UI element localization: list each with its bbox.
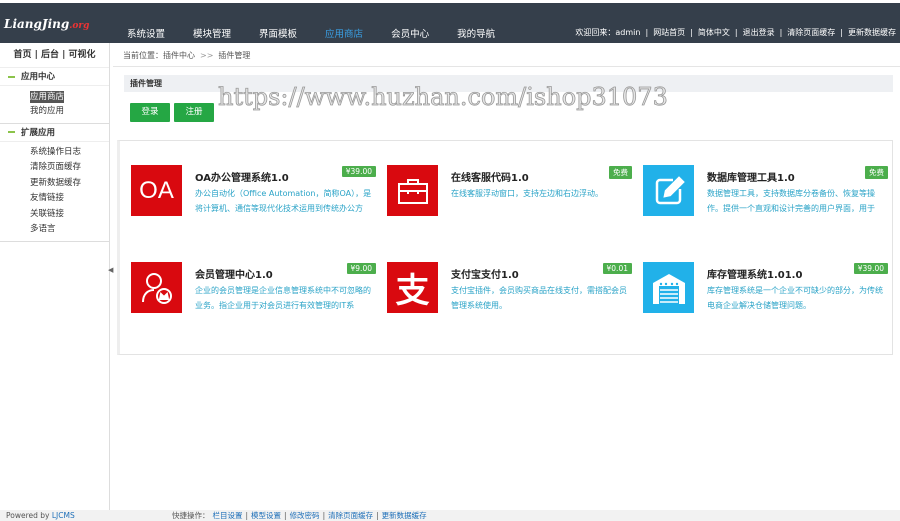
user-links: 欢迎回来：admin | 网站首页 | 简体中文 | 退出登录 | 清除页面缓存 | 更新数据缓存 (575, 28, 896, 37)
nav-member-center[interactable]: 会员中心 (391, 26, 429, 40)
breadcrumb-plugin-management: 插件管理 (218, 51, 251, 60)
logo[interactable]: LiangJing.org (4, 17, 89, 31)
edit-icon[interactable] (643, 165, 694, 216)
sidebar-group-app-center[interactable]: 应用中心 (0, 68, 109, 86)
link-logout[interactable]: 退出登录 (743, 28, 775, 37)
price-badge: ¥39.00 (853, 263, 888, 274)
sidebar-item-clear-cache[interactable]: 清除页面缓存 (30, 160, 109, 176)
briefcase-icon[interactable] (387, 165, 438, 216)
sidebar-item-my-apps[interactable]: 我的应用 (30, 104, 109, 120)
plugin-title[interactable]: 数据库管理工具1.0 (707, 169, 795, 184)
link-clear-page-cache[interactable]: 清除页面缓存 (787, 28, 835, 37)
quick-change-password[interactable]: 修改密码 (290, 511, 320, 520)
minus-icon (8, 131, 15, 133)
sidebar: 首页 | 后台 | 可视化 应用中心 应用商店 我的应用 扩展应用 系统操作日志… (0, 43, 110, 510)
price-badge: ¥9.00 (346, 263, 376, 274)
plugin-description: 数据管理工具，支持数据库分卷备份、恢复等操作。提供一个直观和设计完善的用户界面，… (707, 189, 875, 213)
quick-column-settings[interactable]: 栏目设置 (213, 511, 243, 520)
sidebar-item-op-log[interactable]: 系统操作日志 (30, 145, 109, 161)
plugin-title[interactable]: 在线客服代码1.0 (451, 169, 529, 184)
panel-title: 插件管理 (124, 75, 893, 92)
price-badge: ¥39.00 (341, 166, 376, 177)
brand-link[interactable]: LJCMS (52, 511, 75, 520)
sidebar-item-languages[interactable]: 多语言 (30, 222, 109, 238)
plugin-card-db-tool[interactable]: 数据库管理工具1.0 免费 数据管理工具，支持数据库分卷备份、恢复等操作。提供一… (643, 165, 888, 217)
minus-icon (8, 75, 15, 78)
login-button[interactable]: 登录 (130, 103, 170, 122)
warehouse-icon[interactable] (643, 262, 694, 313)
nav-my-nav[interactable]: 我的导航 (457, 26, 495, 40)
breadcrumb: 当前位置：插件中心 >> 插件管理 (113, 45, 900, 67)
price-badge: 免费 (609, 166, 632, 179)
footer: Powered by LJCMS 快捷操作： 栏目设置 | 模型设置 | 修改密码 | 清除页… (0, 510, 900, 521)
nav-app-store[interactable]: 应用商店 (325, 26, 363, 40)
price-badge: ¥0.01 (602, 263, 632, 274)
sidebar-item-friend-links[interactable]: 友情链接 (30, 191, 109, 207)
top-bar: LiangJing.org 系统设置 模块管理 界面模板 应用商店 会员中心 我… (0, 3, 900, 43)
plugin-card-inventory[interactable]: 库存管理系统1.01.0 ¥39.00 库存管理系统是一个企业不可缺少的部分，为… (643, 262, 888, 314)
alipay-icon[interactable]: 支 (387, 262, 438, 313)
nav-system-settings[interactable]: 系统设置 (127, 26, 165, 40)
sidebar-collapse-handle[interactable]: ◀ (108, 266, 113, 280)
quick-model-settings[interactable]: 模型设置 (251, 511, 281, 520)
plugin-description: 在线客服浮动窗口，支持左边和右边浮动。 (451, 189, 603, 198)
link-update-data-cache[interactable]: 更新数据缓存 (848, 28, 896, 37)
sidebar-item-update-cache[interactable]: 更新数据缓存 (30, 176, 109, 192)
quick-clear-cache[interactable]: 清除页面缓存 (328, 511, 373, 520)
nav-templates[interactable]: 界面模板 (259, 26, 297, 40)
plugin-description: 支付宝插件，会员购买商品在线支付，需搭配会员管理系统使用。 (451, 286, 627, 310)
sidebar-group-extensions[interactable]: 扩展应用 (0, 124, 109, 142)
plugin-title[interactable]: 库存管理系统1.01.0 (707, 266, 802, 281)
sidebar-item-related-links[interactable]: 关联链接 (30, 207, 109, 223)
sidebar-item-app-store[interactable]: 应用商店 (30, 91, 65, 103)
plugin-card-oa-system[interactable]: OA OA办公管理系统1.0 ¥39.00 办公自动化（Office Autom… (131, 165, 376, 217)
plugin-description: 办公自动化（Office Automation，简称OA），是将计算机、通信等现… (195, 189, 372, 213)
plugin-description: 企业的会员管理是企业信息管理系统中不可忽略的业务。指企业用于对会员进行有效管理的… (195, 286, 371, 310)
plugin-title[interactable]: OA办公管理系统1.0 (195, 169, 289, 184)
user-crown-icon[interactable] (131, 262, 182, 313)
link-language[interactable]: 简体中文 (698, 28, 730, 37)
quick-update-cache[interactable]: 更新数据缓存 (382, 511, 427, 520)
breadcrumb-plugin-center[interactable]: 插件中心 (163, 51, 195, 60)
plugin-card-alipay[interactable]: 支 支付宝支付1.0 ¥0.01 支付宝插件，会员购买商品在线支付，需搭配会员管… (387, 262, 632, 314)
plugin-description: 库存管理系统是一个企业不可缺少的部分，为传统电商企业解决仓储管理问题。 (707, 286, 883, 310)
register-button[interactable]: 注册 (174, 103, 214, 122)
price-badge: 免费 (865, 166, 888, 179)
plugin-title[interactable]: 支付宝支付1.0 (451, 266, 519, 281)
plugin-card-member-center[interactable]: 会员管理中心1.0 ¥9.00 企业的会员管理是企业信息管理系统中不可忽略的业务… (131, 262, 376, 314)
plugin-title[interactable]: 会员管理中心1.0 (195, 266, 273, 281)
oa-icon[interactable]: OA (131, 165, 182, 216)
sidebar-top-links[interactable]: 首页 | 后台 | 可视化 (0, 43, 109, 68)
welcome-text: 欢迎回来：admin (575, 28, 641, 37)
nav-module-management[interactable]: 模块管理 (193, 26, 231, 40)
plugin-card-online-service[interactable]: 在线客服代码1.0 免费 在线客服浮动窗口，支持左边和右边浮动。 (387, 165, 632, 217)
link-site-home[interactable]: 网站首页 (653, 28, 685, 37)
main-nav: 系统设置 模块管理 界面模板 应用商店 会员中心 我的导航 (127, 26, 523, 40)
